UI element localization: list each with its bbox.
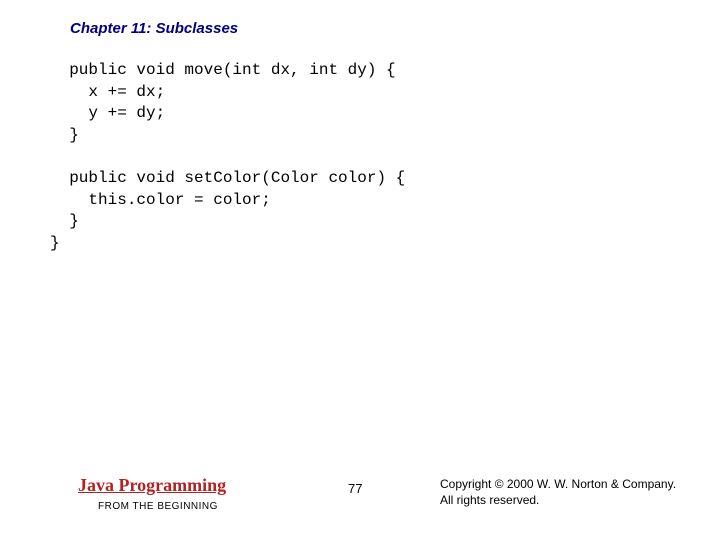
- code-block: public void move(int dx, int dy) { x += …: [50, 60, 405, 254]
- copyright-line-1: Copyright © 2000 W. W. Norton & Company.: [440, 476, 676, 492]
- chapter-title: Chapter 11: Subclasses: [70, 20, 238, 37]
- copyright-line-2: All rights reserved.: [440, 492, 676, 508]
- copyright: Copyright © 2000 W. W. Norton & Company.…: [440, 476, 676, 508]
- page-number: 77: [348, 481, 362, 496]
- book-title: Java Programming: [78, 475, 226, 496]
- book-subtitle: FROM THE BEGINNING: [98, 501, 218, 512]
- slide-footer: Java Programming FROM THE BEGINNING 77 C…: [0, 476, 720, 526]
